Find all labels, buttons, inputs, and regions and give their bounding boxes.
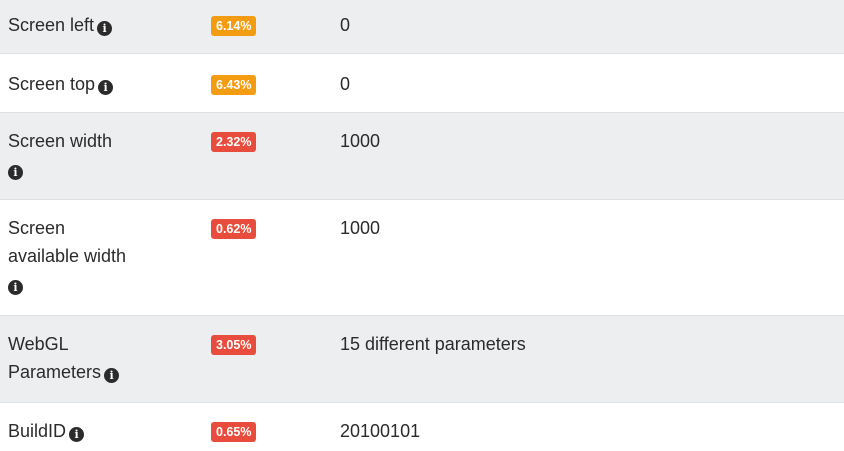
table-row: Screen available width i 0.62% 1000 xyxy=(0,199,844,315)
table-row: Screen top i 6.43% 0 xyxy=(0,53,844,112)
attribute-label-line-1: WebGL xyxy=(8,334,69,354)
attribute-value: 0 xyxy=(340,74,351,94)
similarity-badge: 6.43% xyxy=(211,75,257,95)
table-row: BuildID i 0.65% 20100101 xyxy=(0,402,844,450)
info-icon[interactable]: i xyxy=(97,21,113,36)
attribute-name: Screen top i xyxy=(8,70,138,98)
attribute-value: 15 different parameters xyxy=(340,334,526,354)
fingerprint-attributes-table: Screen left i 6.14% 0 Screen top i 6.43% 0… xyxy=(0,0,844,450)
table-row: Screen width i 2.32% 1000 xyxy=(0,112,844,199)
attribute-name: WebGL Parameters i xyxy=(8,330,138,386)
similarity-badge: 0.65% xyxy=(211,422,257,442)
similarity-badge: 0.62% xyxy=(211,219,257,239)
similarity-badge: 6.14% xyxy=(211,16,257,36)
info-icon[interactable]: i xyxy=(8,280,23,295)
attribute-name: BuildID i xyxy=(8,417,138,445)
info-icon[interactable]: i xyxy=(8,165,23,180)
table-row: Screen left i 6.14% 0 xyxy=(0,0,844,53)
attribute-label-line-1: Screen xyxy=(8,218,66,238)
attribute-value: 1000 xyxy=(340,131,381,151)
attribute-name: Screen available width i xyxy=(8,214,138,298)
info-icon[interactable]: i xyxy=(69,427,85,442)
attribute-label-line-2: Parameters xyxy=(8,362,102,382)
table-row: WebGL Parameters i 3.05% 15 different para… xyxy=(0,315,844,402)
attribute-label: Screen top xyxy=(8,74,96,94)
info-icon[interactable]: i xyxy=(104,368,120,383)
attribute-value: 20100101 xyxy=(340,421,421,441)
attribute-name: Screen width i xyxy=(8,127,138,183)
attribute-value: 0 xyxy=(340,15,351,35)
attribute-name: Screen left i xyxy=(8,11,138,39)
attribute-value: 1000 xyxy=(340,218,381,238)
similarity-badge: 2.32% xyxy=(211,132,257,152)
attribute-label: BuildID xyxy=(8,421,67,441)
attribute-label: Screen width xyxy=(8,131,113,151)
attribute-label-line-2: available width xyxy=(8,246,127,266)
similarity-badge: 3.05% xyxy=(211,335,257,355)
attribute-label: Screen left xyxy=(8,15,95,35)
info-icon[interactable]: i xyxy=(98,80,114,95)
